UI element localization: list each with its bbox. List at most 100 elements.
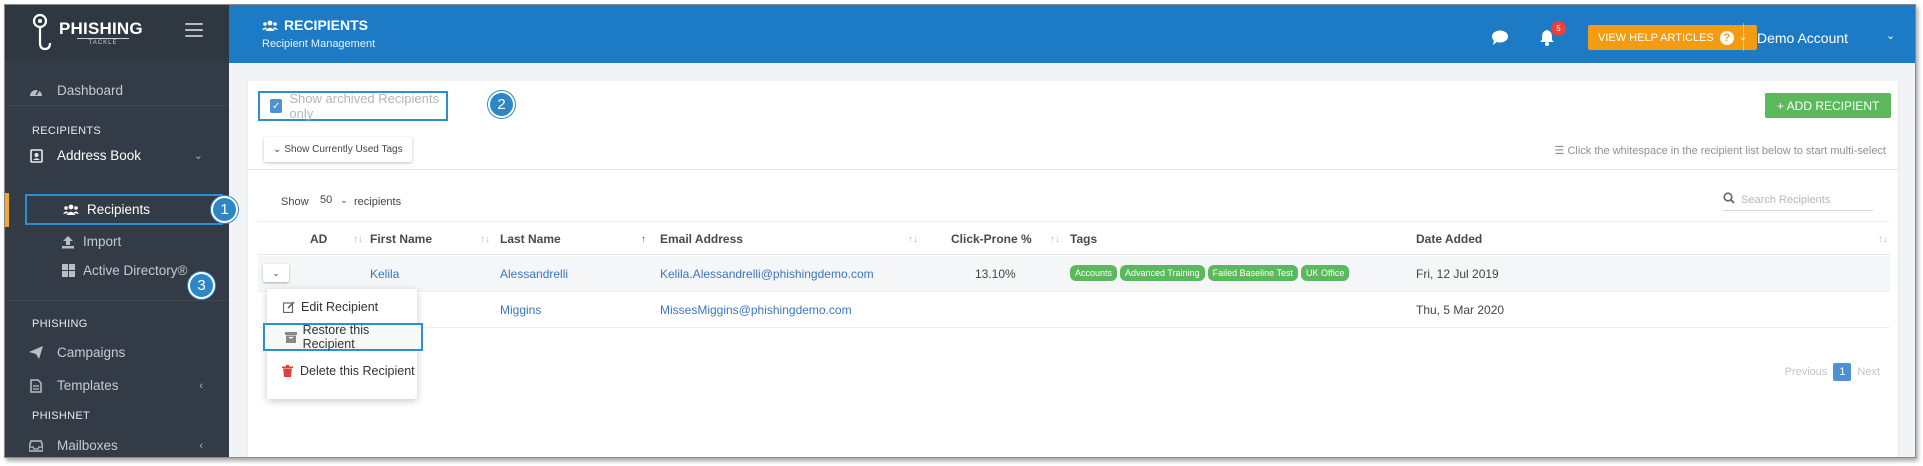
paper-plane-icon — [29, 346, 43, 360]
sort-icon[interactable]: ↑↓ — [908, 234, 918, 245]
windows-icon — [61, 264, 75, 278]
next-page-link[interactable]: Next — [1857, 366, 1880, 378]
row-actions-menu: Edit Recipient Restore this Recipient De… — [263, 289, 423, 399]
chevron-down-icon[interactable]: ⌄ — [1886, 29, 1895, 42]
column-click-prone[interactable]: Click-Prone % — [951, 232, 1032, 246]
sidebar-item-label: Campaigns — [57, 345, 126, 360]
sidebar-item-import[interactable]: Import — [5, 234, 229, 249]
tag-badge: Accounts — [1070, 265, 1118, 281]
page-size-value: 50 — [320, 194, 333, 206]
sidebar-item-label: Dashboard — [57, 83, 124, 98]
menu-item-label: Restore this Recipient — [302, 323, 370, 351]
brand-sub: TACKLE — [77, 37, 129, 46]
inbox-icon — [29, 439, 43, 453]
section-phishnet: PHISHNET — [32, 410, 91, 422]
template-file-icon — [29, 378, 43, 393]
fishhook-logo-icon — [31, 13, 55, 53]
divider — [248, 169, 1898, 170]
table-row[interactable]: ⌄ Kelila Alessandrelli Kelila.Alessandre… — [258, 256, 1890, 292]
last-name-link[interactable]: Miggins — [500, 303, 541, 317]
recipients-label: recipients — [354, 196, 402, 208]
account-menu[interactable]: Demo Account — [1757, 30, 1848, 46]
question-mark-icon: ? — [1719, 30, 1734, 45]
column-date-added[interactable]: Date Added — [1416, 232, 1482, 246]
menu-item-label: Delete this Recipient — [300, 364, 415, 378]
sort-icon[interactable]: ↑↓ — [480, 234, 490, 245]
sidebar-item-label: Recipients — [87, 202, 151, 217]
sidebar-item-address-book[interactable]: Address Book ⌄ — [5, 148, 229, 163]
sidebar-item-templates[interactable]: Templates ‹ — [5, 378, 229, 393]
sidebar-item-mailboxes[interactable]: Mailboxes ‹ — [5, 438, 229, 453]
callout-2: 2 — [488, 91, 515, 118]
chat-icon[interactable] — [1491, 30, 1509, 50]
dashboard-gauge-icon — [29, 84, 43, 98]
column-tags: Tags — [1070, 232, 1098, 246]
column-last-name[interactable]: Last Name — [500, 232, 561, 246]
hint-text: Click the whitespace in the recipient li… — [1567, 145, 1886, 157]
divider — [1743, 23, 1744, 51]
pagination: Previous 1 Next — [1785, 363, 1880, 381]
users-icon — [262, 20, 278, 31]
tag-list: Accounts Advanced Training Failed Baseline… — [1070, 265, 1352, 281]
callout-1: 1 — [211, 196, 238, 223]
search-box[interactable] — [1723, 189, 1873, 211]
menu-item-label: Edit Recipient — [301, 300, 379, 314]
search-input[interactable] — [1741, 193, 1861, 206]
show-tags-toggle[interactable]: ⌄ Show Currently Used Tags — [264, 137, 412, 162]
row-actions-toggle[interactable]: ⌄ — [263, 264, 289, 282]
sort-icon[interactable]: ↑↓ — [353, 234, 363, 245]
add-recipient-button[interactable]: + ADD RECIPIENT — [1765, 93, 1892, 118]
sidebar-item-campaigns[interactable]: Campaigns — [5, 345, 229, 360]
divider — [5, 105, 229, 106]
checkbox-label: Show archived Recipients only — [289, 91, 439, 121]
sidebar-item-recipients[interactable]: Recipients — [25, 194, 223, 225]
menu-toggle-icon[interactable] — [185, 23, 203, 39]
previous-page-link[interactable]: Previous — [1785, 366, 1828, 378]
sort-active-icon[interactable]: ↑ — [641, 234, 646, 245]
address-book-icon — [29, 148, 43, 163]
sidebar-item-dashboard[interactable]: Dashboard — [5, 83, 229, 98]
list-icon: ☰ — [1554, 145, 1565, 157]
sidebar-item-label: Templates — [57, 378, 119, 393]
multi-select-hint: ☰ Click the whitespace in the recipient … — [1555, 144, 1886, 157]
column-ad[interactable]: AD — [310, 232, 327, 246]
show-archived-checkbox[interactable]: ✓ Show archived Recipients only — [258, 91, 448, 121]
app-window: PHISHING TACKLE Dashboard RECIPIENTS Add… — [4, 4, 1916, 458]
sidebar-item-label: Mailboxes — [57, 438, 118, 453]
column-email[interactable]: Email Address — [660, 232, 743, 246]
sort-icon[interactable]: ↑↓ — [1050, 234, 1060, 245]
sidebar: PHISHING TACKLE Dashboard RECIPIENTS Add… — [5, 5, 238, 457]
first-name-link[interactable]: Kelila — [370, 267, 399, 281]
sidebar-item-label: Active Directory® — [83, 263, 188, 278]
divider — [5, 300, 229, 301]
sidebar-item-label: Address Book — [57, 148, 142, 163]
view-help-articles-button[interactable]: VIEW HELP ARTICLES ? ⌄ — [1588, 25, 1758, 50]
date-added-value: Thu, 5 Mar 2020 — [1416, 303, 1505, 317]
archive-box-icon — [285, 331, 299, 343]
page-subtitle: Recipient Management — [262, 38, 376, 50]
sidebar-item-label: Import — [83, 234, 122, 249]
column-first-name[interactable]: First Name — [370, 232, 432, 246]
sort-icon[interactable]: ↑↓ — [1878, 234, 1888, 245]
page-size-select[interactable]: 50 ⌄ — [316, 189, 352, 211]
email-link[interactable]: MissesMiggins@phishingdemo.com — [660, 303, 852, 317]
top-header: RECIPIENTS Recipient Management 5 VIEW H… — [229, 5, 1915, 63]
menu-item-delete[interactable]: Delete this Recipient — [267, 357, 417, 385]
menu-item-edit[interactable]: Edit Recipient — [267, 293, 417, 321]
email-link[interactable]: Kelila.Alessandrelli@phishingdemo.com — [660, 267, 874, 281]
callout-3: 3 — [188, 272, 215, 299]
edit-icon — [283, 301, 297, 313]
last-name-link[interactable]: Alessandrelli — [500, 267, 568, 281]
table-row[interactable]: Miggins MissesMiggins@phishingdemo.com T… — [258, 292, 1890, 328]
chevron-left-icon: ‹ — [199, 439, 203, 452]
chevron-left-icon: ‹ — [199, 379, 203, 392]
chevron-down-icon: ⌄ — [340, 194, 348, 205]
help-button-label: VIEW HELP ARTICLES — [1598, 31, 1714, 44]
menu-item-restore[interactable]: Restore this Recipient — [263, 323, 423, 351]
checkmark-icon: ✓ — [270, 99, 283, 113]
page-1-button[interactable]: 1 — [1833, 363, 1852, 381]
active-indicator — [5, 193, 9, 227]
notification-count-badge: 5 — [1551, 21, 1566, 36]
chevron-down-icon: ⌄ — [273, 144, 282, 155]
brand-name: PHISHING — [59, 18, 143, 38]
